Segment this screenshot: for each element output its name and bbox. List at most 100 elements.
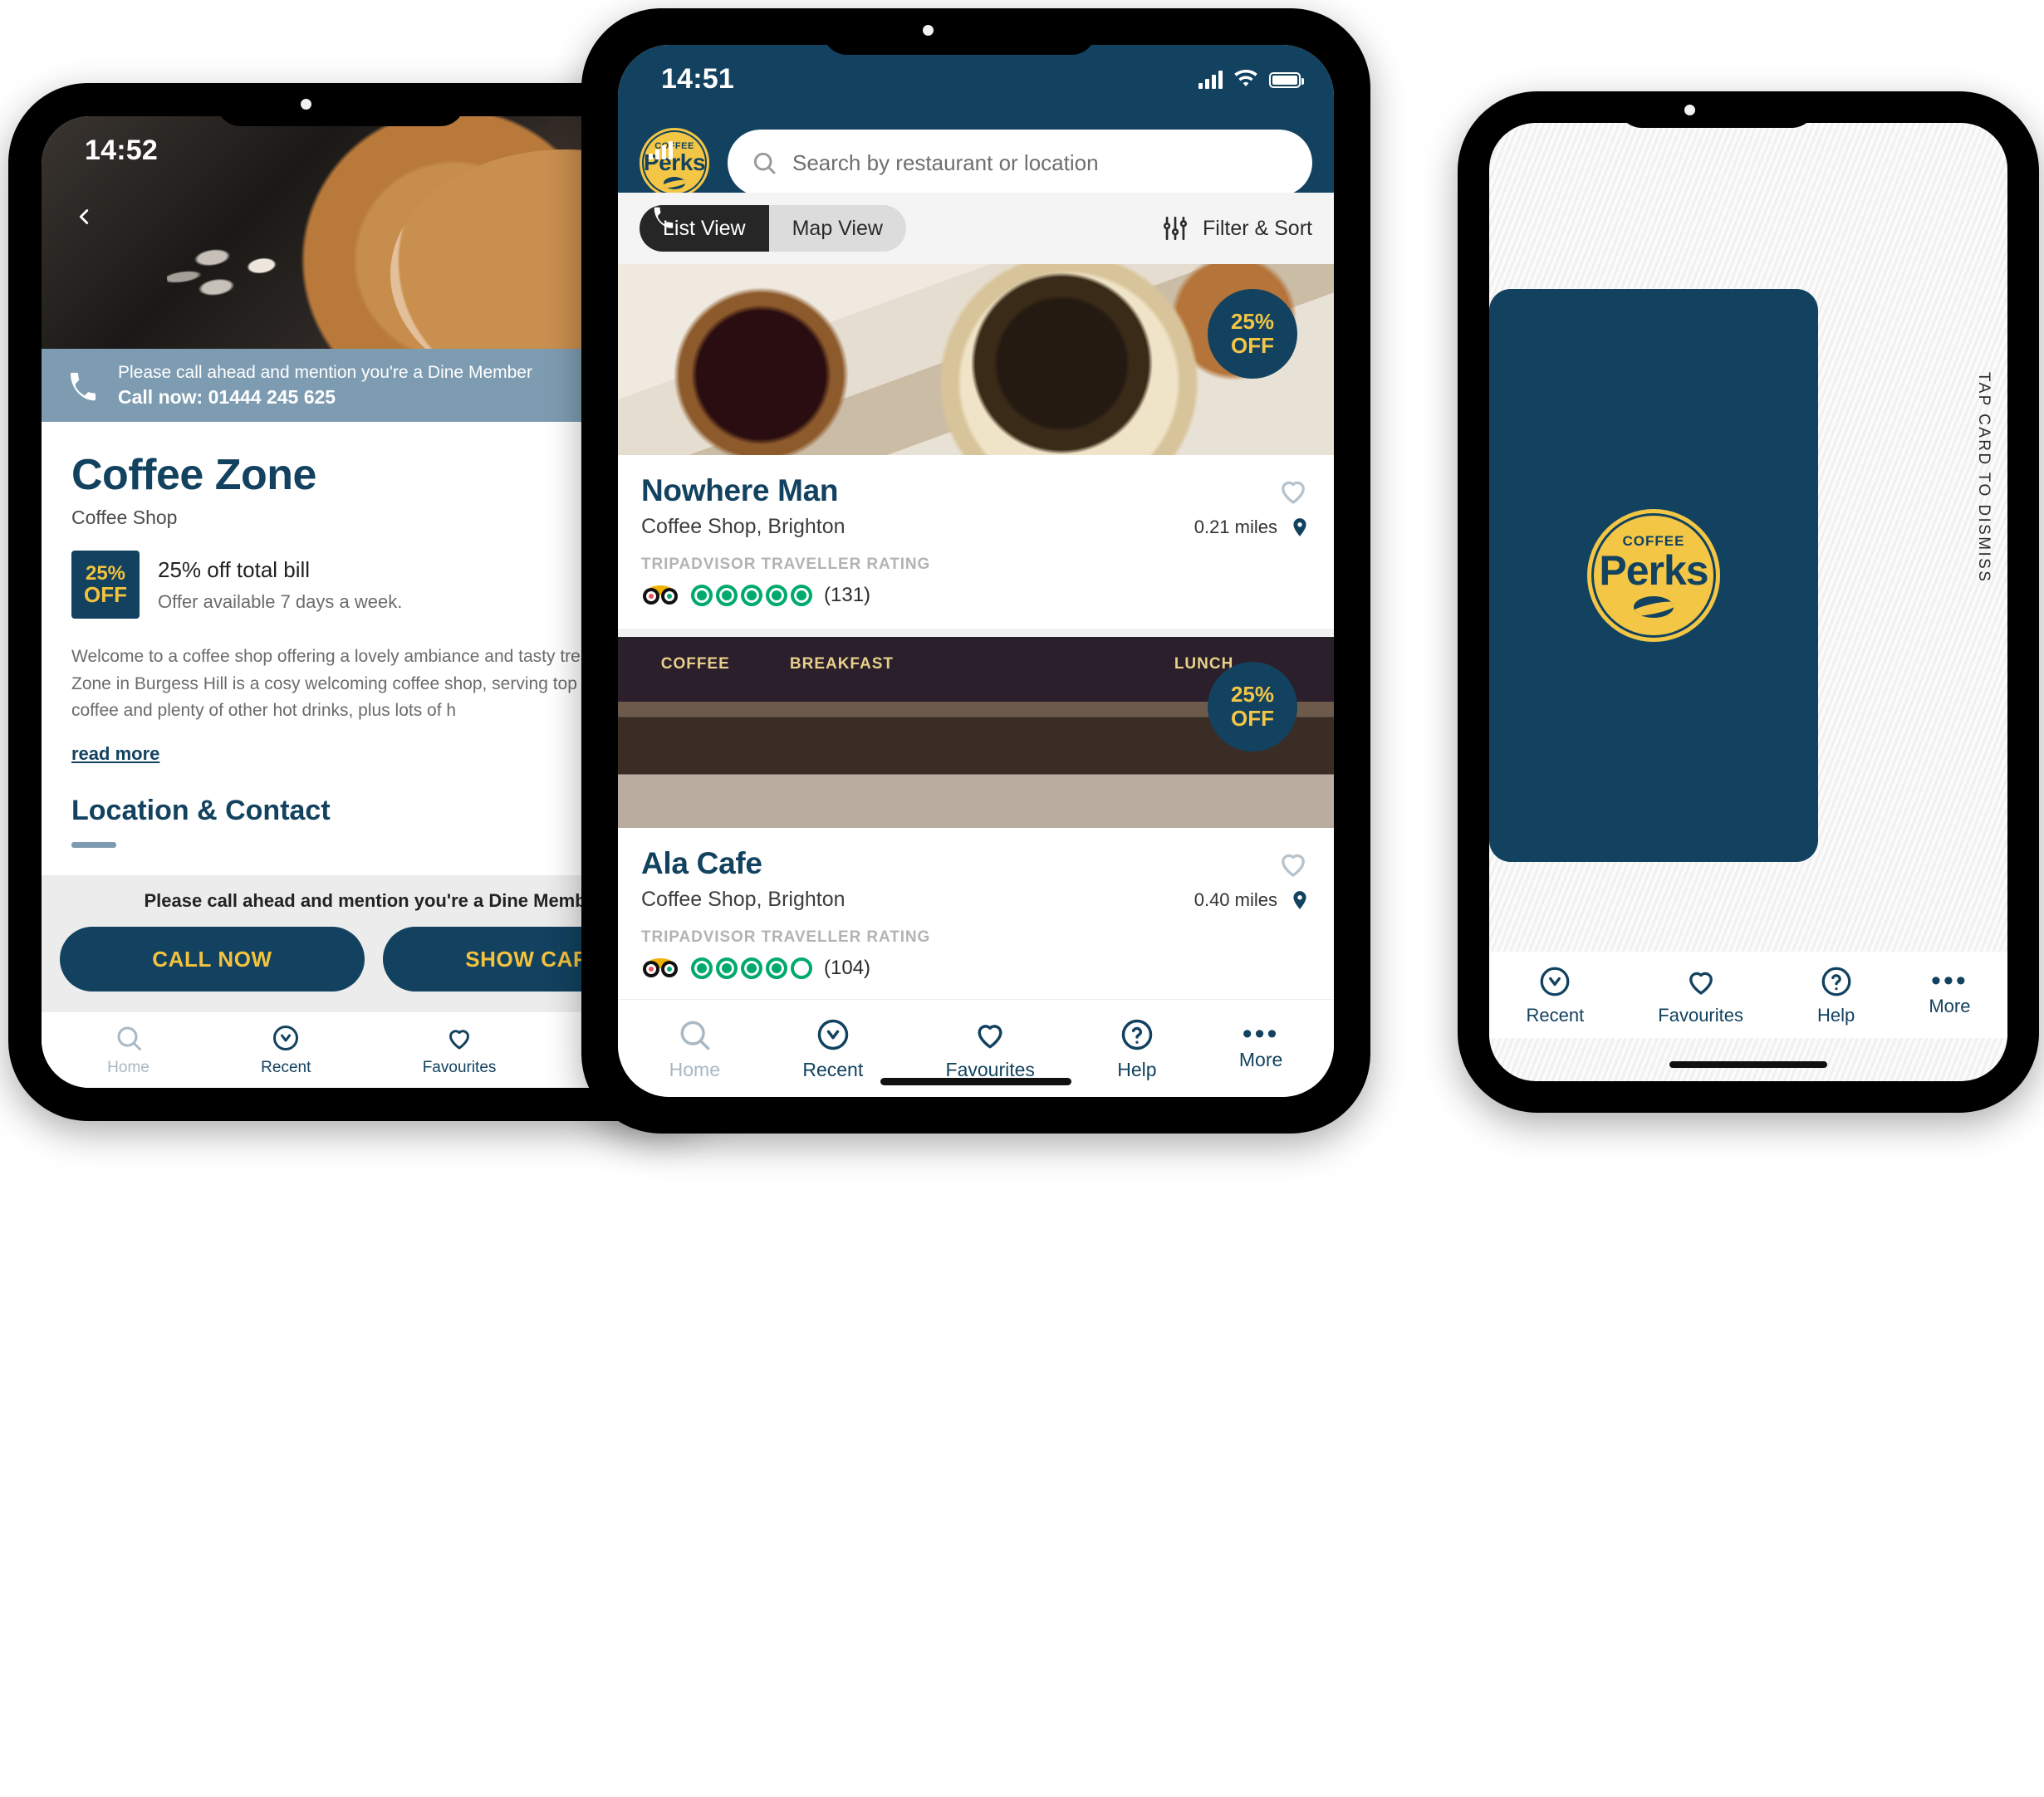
call-banner-line1: Please call ahead and mention you're a D… — [118, 362, 532, 382]
search-row: COFFEE Perks Search by restaurant or loc… — [618, 128, 1334, 198]
call-banner-line2: Call now: 01444 245 625 — [118, 385, 336, 408]
search-placeholder: Search by restaurant or location — [792, 149, 1099, 175]
tab-recent[interactable]: Recent — [802, 1016, 863, 1081]
tab-home-label: Home — [107, 1059, 150, 1076]
device-notch — [822, 8, 1096, 55]
list-screen: 14:51 COFFEE Perks Search by restaurant … — [618, 45, 1334, 1097]
heart-outline-icon[interactable] — [1276, 846, 1311, 881]
distance-value: 0.21 miles — [1194, 516, 1277, 537]
sliders-icon — [1163, 216, 1188, 241]
heading-rule — [71, 841, 116, 848]
tab-home[interactable]: Home — [107, 1023, 150, 1077]
tab-help-label: Help — [1817, 1004, 1855, 1026]
tab-favourites[interactable]: Favourites — [946, 1016, 1035, 1081]
home-indicator — [880, 1078, 1071, 1085]
heart-icon — [449, 1030, 470, 1050]
tripadvisor-rating: (104) — [641, 957, 1311, 980]
discount-pct: 25% — [85, 561, 126, 585]
venue-name: Nowhere Man — [641, 473, 839, 507]
ellipsis-icon: ••• — [1242, 1018, 1280, 1050]
filter-sort-button[interactable]: Filter & Sort — [1161, 214, 1312, 242]
status-time: 14:52 — [85, 135, 158, 166]
question-circle-icon — [1121, 1019, 1153, 1050]
discount-off: OFF — [1231, 706, 1274, 731]
latte-art — [159, 203, 364, 329]
discount-pct: 25% — [1230, 681, 1275, 707]
heart-outline-icon[interactable] — [1276, 473, 1311, 508]
coffee-perks-logo: COFFEE Perks — [1587, 509, 1720, 642]
tab-favourites[interactable]: Favourites — [1658, 964, 1743, 1026]
venue-category: Coffee Shop, Brighton — [641, 515, 846, 538]
tripadvisor-owl-icon — [643, 958, 678, 977]
search-icon — [680, 1021, 710, 1050]
search-input[interactable]: Search by restaurant or location — [728, 130, 1312, 196]
tab-help[interactable]: Help — [1117, 1016, 1157, 1081]
status-indicators — [1198, 70, 1304, 90]
venue-name: Ala Cafe — [641, 846, 762, 880]
discount-badge: 25% OFF — [1208, 662, 1297, 752]
tripadvisor-rating: (131) — [641, 584, 1311, 607]
view-toolbar: List View Map View Filter & Sort — [618, 193, 1334, 264]
heart-icon — [978, 1024, 1002, 1048]
clock-icon — [817, 1019, 849, 1050]
tab-home[interactable]: Home — [669, 1016, 720, 1081]
tripadvisor-label: TRIPADVISOR TRAVELLER RATING — [641, 556, 931, 573]
tab-recent[interactable]: Recent — [1526, 964, 1585, 1026]
back-button[interactable] — [60, 193, 108, 241]
venue-list[interactable]: 25% OFF Nowhere Man Coffee Shop, Brighto… — [618, 264, 1334, 999]
device-notch — [216, 83, 465, 126]
tripadvisor-owl-icon — [643, 585, 678, 605]
membership-card[interactable]: COFFEE Perks — [1489, 289, 1818, 862]
heart-icon — [1689, 972, 1713, 995]
bottom-tab-bar: Recent Favourites Help ••• More — [1489, 952, 2007, 1038]
discount-badge: 25% OFF — [1208, 289, 1297, 379]
search-icon — [117, 1026, 141, 1050]
card-screen: COFFEE Perks TAP CARD TO DISMISS Recent … — [1489, 123, 2007, 1081]
tab-favourites[interactable]: Favourites — [422, 1023, 497, 1077]
tab-more-label: More — [1929, 995, 1971, 1016]
tab-more[interactable]: ••• More — [1929, 965, 1971, 1016]
review-count: (131) — [824, 584, 871, 606]
rating-circles — [691, 957, 812, 979]
filter-sort-label: Filter & Sort — [1203, 216, 1312, 240]
logo-name-text: Perks — [1599, 547, 1708, 594]
coffee-bean-icon — [1634, 596, 1674, 618]
phone-card-view: COFFEE Perks TAP CARD TO DISMISS Recent … — [1458, 91, 2039, 1113]
tab-recent-label: Recent — [261, 1059, 311, 1076]
discount-badge: 25% OFF — [71, 551, 140, 619]
venue-photo: COFFEE BREAKFAST LUNCH 25% OFF — [618, 637, 1334, 828]
battery-icon — [1269, 71, 1304, 88]
tab-map-view[interactable]: Map View — [769, 205, 906, 252]
rating-circles — [691, 585, 812, 606]
discount-off: OFF — [84, 581, 127, 607]
tab-more[interactable]: ••• More — [1239, 1018, 1282, 1070]
clock-icon — [1540, 967, 1570, 996]
distance-value: 0.40 miles — [1194, 889, 1277, 910]
tab-recent[interactable]: Recent — [261, 1023, 311, 1077]
discount-pct: 25% — [1230, 308, 1275, 334]
signal-icon — [649, 141, 673, 159]
ellipsis-icon: ••• — [1931, 965, 1968, 997]
front-camera — [923, 25, 934, 36]
offer-title: 25% off total bill — [158, 556, 311, 582]
front-camera — [1684, 105, 1695, 115]
venue-category: Coffee Shop, Brighton — [641, 888, 846, 911]
dismiss-hint: TAP CARD TO DISMISS — [1975, 372, 1993, 584]
venue-distance: 0.40 miles — [1194, 889, 1311, 911]
signal-icon — [1198, 71, 1223, 89]
list-item[interactable]: 25% OFF Nowhere Man Coffee Shop, Brighto… — [618, 264, 1334, 629]
mockup-stage: 14:52 Please call ahead and mention you'… — [0, 0, 2044, 1797]
home-indicator — [1669, 1061, 1827, 1068]
read-more-link[interactable]: read more — [71, 743, 159, 765]
discount-off: OFF — [1231, 333, 1274, 358]
tab-help[interactable]: Help — [1817, 964, 1855, 1026]
tripadvisor-label: TRIPADVISOR TRAVELLER RATING — [641, 928, 931, 946]
call-icon-button[interactable] — [640, 193, 688, 241]
wifi-icon — [1234, 70, 1257, 86]
question-circle-icon — [1821, 967, 1851, 996]
status-indicators — [649, 141, 673, 159]
call-now-button[interactable]: CALL NOW — [60, 927, 365, 992]
tab-favourites-label: Favourites — [422, 1059, 497, 1076]
tab-recent-label: Recent — [1526, 1004, 1585, 1026]
list-item[interactable]: COFFEE BREAKFAST LUNCH 25% OFF Ala Cafe — [618, 637, 1334, 999]
